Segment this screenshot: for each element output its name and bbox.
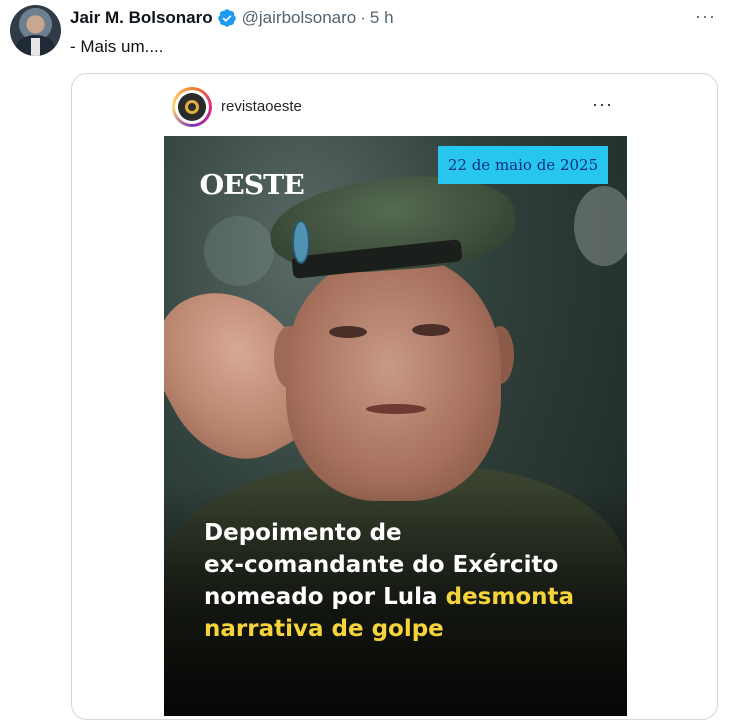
more-options-icon[interactable]: ··· <box>695 6 716 27</box>
post-image[interactable]: 22 de maio de 2025 OESTE Depoimento de e… <box>164 136 627 716</box>
author-name[interactable]: Jair M. Bolsonaro <box>70 8 213 28</box>
face <box>286 256 501 501</box>
headline-line-3: nomeado por Lula desmonta <box>204 581 619 613</box>
background-bokeh <box>574 186 627 266</box>
headline-line-1: Depoimento de <box>204 520 402 546</box>
eye-right <box>412 324 450 336</box>
avatar-core <box>178 93 206 121</box>
tweet-header: Jair M. Bolsonaro @jairbolsonaro · 5 h <box>70 7 394 29</box>
instagram-username[interactable]: revistaoeste <box>221 98 302 115</box>
background-bokeh <box>204 216 274 286</box>
beret-badge <box>292 220 310 264</box>
embed-more-options-icon[interactable]: ··· <box>592 94 613 115</box>
date-label: 22 de maio de 2025 <box>438 146 608 184</box>
avatar-logo-ring <box>185 100 199 114</box>
headline-highlight-inline: desmonta <box>445 584 575 610</box>
author-handle[interactable]: @jairbolsonaro <box>242 8 357 28</box>
tweet-timestamp[interactable]: 5 h <box>370 8 394 28</box>
author-avatar[interactable] <box>10 5 61 56</box>
eye-left <box>329 326 367 338</box>
headline-highlight-line: narrativa de golpe <box>204 616 444 642</box>
embedded-post-card[interactable]: revistaoeste ··· 22 de maio de 2025 OEST… <box>71 73 718 720</box>
headline: Depoimento de ex-comandante do Exército … <box>204 517 619 645</box>
oeste-logo: OESTE <box>199 170 305 201</box>
mouth <box>366 404 426 414</box>
headline-line-2: ex-comandante do Exército <box>204 552 559 578</box>
separator-dot: · <box>360 8 366 27</box>
avatar-inner <box>175 90 209 124</box>
avatar-shirt <box>31 38 40 56</box>
instagram-avatar[interactable] <box>172 87 212 127</box>
headline-line-3-text: nomeado por Lula <box>204 584 438 610</box>
verified-badge-icon <box>217 9 236 27</box>
tweet-text: - Mais um.... <box>70 37 164 56</box>
